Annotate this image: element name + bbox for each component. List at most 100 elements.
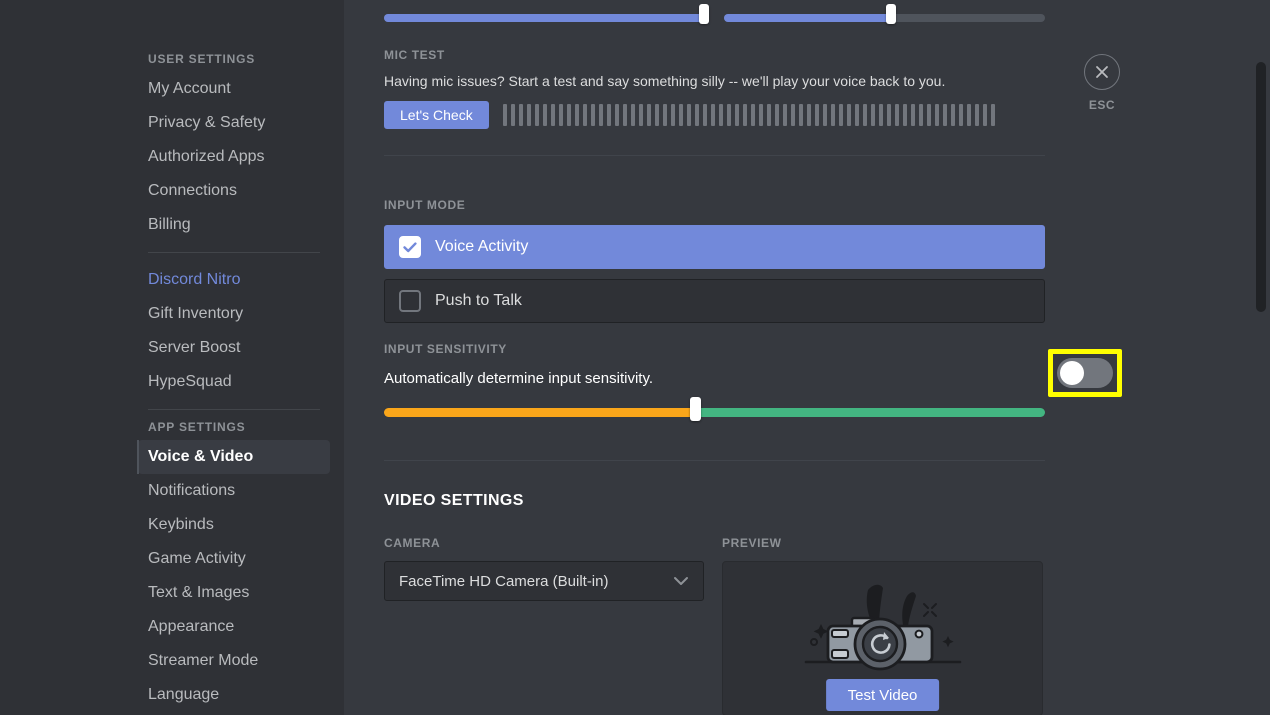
sidebar-item-connections[interactable]: Connections (138, 174, 330, 208)
sidebar-divider (148, 409, 320, 410)
sidebar-item-label: HypeSquad (148, 373, 232, 390)
mic-level-segment (646, 104, 651, 126)
sidebar-item-authorized-apps[interactable]: Authorized Apps (138, 140, 330, 174)
output-volume-handle[interactable] (885, 4, 896, 24)
section-divider (384, 460, 1045, 461)
mic-level-segment (766, 104, 771, 126)
mic-level-segment (670, 104, 675, 126)
sidebar-item-voice-video[interactable]: Voice & Video (137, 440, 330, 474)
sidebar-item-game-activity[interactable]: Game Activity (138, 542, 330, 576)
sidebar-item-label: Notifications (148, 482, 236, 499)
mic-level-segment (886, 104, 891, 126)
mic-level-segment (542, 104, 547, 126)
checkbox-unchecked-icon (399, 290, 421, 312)
sidebar-item-label: Privacy & Safety (148, 114, 266, 131)
mic-level-segment (782, 104, 787, 126)
sidebar-item-label: Discord Nitro (148, 271, 241, 288)
mic-level-segment (926, 104, 931, 126)
mic-level-segment (678, 104, 683, 126)
sensitivity-slider-handle[interactable] (689, 397, 701, 421)
sidebar-item-gift-inventory[interactable]: Gift Inventory (138, 297, 330, 331)
mic-level-segment (710, 104, 715, 126)
mic-level-segment (838, 104, 843, 126)
sidebar-item-streamer-mode[interactable]: Streamer Mode (138, 644, 330, 678)
mic-level-segment (758, 104, 763, 126)
sidebar-item-label: Authorized Apps (148, 148, 265, 165)
mic-level-segment (598, 104, 603, 126)
mic-level-segment (982, 104, 987, 126)
mic-level-segment (518, 104, 523, 126)
sidebar-item-billing[interactable]: Billing (138, 208, 330, 242)
sidebar-item-privacy-safety[interactable]: Privacy & Safety (138, 106, 330, 140)
mic-level-segment (614, 104, 619, 126)
sidebar-item-label: Text & Images (148, 584, 250, 601)
mic-level-segment (742, 104, 747, 126)
mic-level-segment (550, 104, 555, 126)
close-icon (1084, 54, 1120, 90)
settings-main-panel: MIC TEST Having mic issues? Start a test… (344, 0, 1270, 715)
sidebar-item-label: Language (148, 686, 220, 703)
input-sensitivity-section: INPUT SENSITIVITY Automatically determin… (384, 342, 1122, 421)
sidebar-item-label: Server Boost (148, 339, 241, 356)
main-scrollbar-thumb[interactable] (1256, 62, 1266, 312)
mic-level-segment (990, 104, 995, 126)
mic-level-segment (534, 104, 539, 126)
lets-check-button[interactable]: Let's Check (384, 101, 489, 129)
test-video-button[interactable]: Test Video (825, 679, 940, 711)
sidebar-item-server-boost[interactable]: Server Boost (138, 331, 330, 365)
mic-level-segment (718, 104, 723, 126)
mic-level-segment (974, 104, 979, 126)
sidebar-item-label: Appearance (148, 618, 235, 635)
mic-level-segment (702, 104, 707, 126)
camera-select[interactable]: FaceTime HD Camera (Built-in) (384, 561, 704, 601)
mic-level-segment (822, 104, 827, 126)
video-settings-section: VIDEO SETTINGS CAMERA FaceTime HD Camera… (384, 492, 1045, 715)
mic-test-section: MIC TEST Having mic issues? Start a test… (384, 48, 1045, 129)
camera-label: CAMERA (384, 536, 441, 550)
sidebar-divider (148, 252, 320, 253)
volume-sliders-row (384, 4, 1045, 30)
mic-level-meter (502, 103, 995, 127)
mic-level-segment (918, 104, 923, 126)
input-mode-option-voice-activity[interactable]: Voice Activity (384, 225, 1045, 269)
sidebar-header-app-settings: APP SETTINGS (148, 420, 246, 434)
sidebar-item-keybinds[interactable]: Keybinds (138, 508, 330, 542)
mic-level-segment (582, 104, 587, 126)
mic-level-segment (894, 104, 899, 126)
sidebar-item-appearance[interactable]: Appearance (138, 610, 330, 644)
sidebar-item-hypesquad[interactable]: HypeSquad (138, 365, 330, 399)
output-volume-slider[interactable] (724, 14, 1045, 22)
sidebar-item-label: Billing (148, 216, 191, 233)
sidebar-item-language[interactable]: Language (138, 678, 330, 712)
mic-level-segment (910, 104, 915, 126)
mic-level-segment (750, 104, 755, 126)
sidebar-item-label: Gift Inventory (148, 305, 244, 322)
sensitivity-slider[interactable] (384, 397, 1045, 424)
sidebar-item-discord-nitro[interactable]: Discord Nitro (138, 263, 330, 297)
input-volume-handle[interactable] (699, 4, 709, 24)
input-mode-option-push-to-talk[interactable]: Push to Talk (384, 279, 1045, 323)
mic-level-segment (854, 104, 859, 126)
mic-level-segment (902, 104, 907, 126)
mic-level-segment (558, 104, 563, 126)
mic-test-description: Having mic issues? Start a test and say … (384, 73, 946, 89)
sidebar-item-text-images[interactable]: Text & Images (138, 576, 330, 610)
mic-level-segment (830, 104, 835, 126)
close-settings-button[interactable]: ESC (1082, 54, 1122, 112)
input-sensitivity-description: Automatically determine input sensitivit… (384, 370, 654, 387)
mic-level-segment (950, 104, 955, 126)
camera-preview-box: Test Video (722, 561, 1043, 715)
mic-level-segment (942, 104, 947, 126)
mic-level-segment (630, 104, 635, 126)
sidebar-item-label: Connections (148, 182, 237, 199)
mic-level-segment (622, 104, 627, 126)
camera-illustration-icon (788, 574, 978, 689)
sidebar-item-my-account[interactable]: My Account (138, 72, 330, 106)
auto-sensitivity-toggle[interactable] (1057, 358, 1113, 388)
mic-level-segment (790, 104, 795, 126)
input-volume-slider[interactable] (384, 14, 704, 22)
mic-level-segment (934, 104, 939, 126)
esc-label: ESC (1088, 98, 1116, 112)
sidebar-item-notifications[interactable]: Notifications (138, 474, 330, 508)
preview-label: PREVIEW (722, 536, 782, 550)
